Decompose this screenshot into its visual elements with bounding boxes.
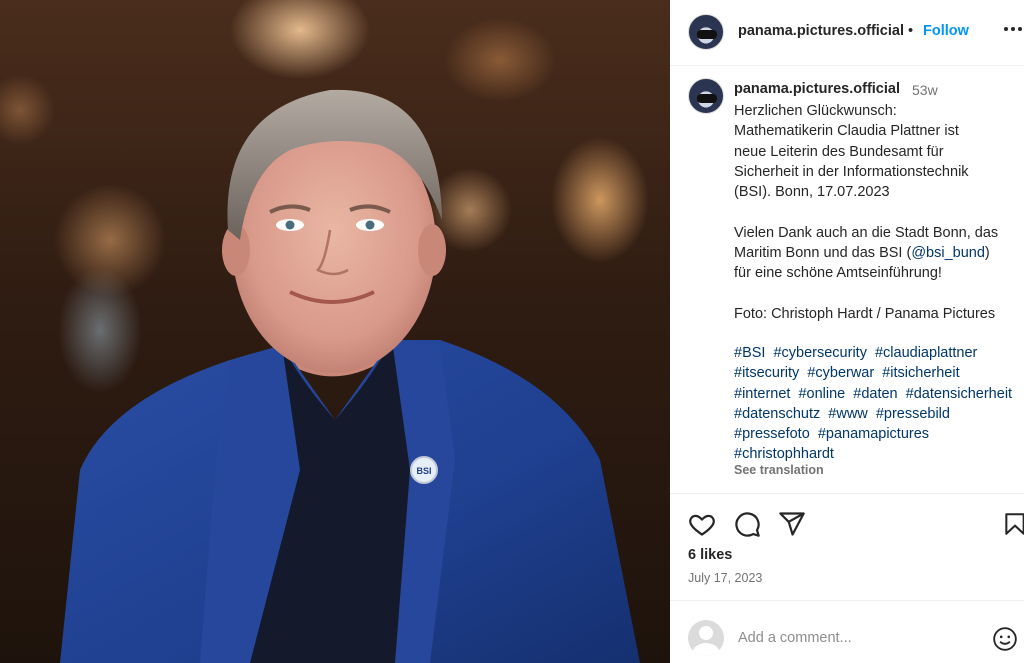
caption-username[interactable]: panama.pictures.official — [734, 81, 900, 97]
hashtag-link[interactable]: #panamapictures — [818, 426, 929, 442]
see-translation-button[interactable]: See translation — [734, 463, 824, 477]
follow-button[interactable]: Follow — [923, 23, 969, 39]
hashtag-link[interactable]: #daten — [853, 386, 897, 402]
bsi-pin-label: BSI — [416, 466, 431, 476]
hashtag-link[interactable]: #pressefoto — [734, 426, 810, 442]
hashtag-link[interactable]: #BSI — [734, 345, 765, 361]
profile-avatar[interactable] — [688, 14, 724, 50]
caption-text-part-1: Herzlichen Glückwunsch: Mathematikerin C… — [734, 103, 999, 262]
post-photo[interactable]: BSI — [0, 0, 670, 663]
bookmark-icon[interactable] — [1002, 510, 1024, 538]
hashtag-list: #BSI #cybersecurity #claudiaplattner #it… — [734, 343, 1024, 465]
emoji-icon[interactable] — [992, 626, 1018, 657]
comment-bar — [670, 600, 1024, 663]
likes-count[interactable]: 6 likes — [688, 547, 732, 563]
portrait-illustration: BSI — [60, 89, 640, 663]
hashtag-link[interactable]: #pressebild — [876, 406, 950, 422]
share-icon[interactable] — [778, 510, 806, 538]
hashtag-link[interactable]: #claudiaplattner — [875, 345, 977, 361]
post-caption: panama.pictures.official 53w Herzlichen … — [670, 66, 1024, 494]
caption-avatar[interactable] — [688, 78, 724, 114]
header-username[interactable]: panama.pictures.official — [738, 23, 904, 39]
post-actions: 6 likes July 17, 2023 — [670, 495, 1024, 595]
hashtag-link[interactable]: #christophhardt — [734, 446, 834, 462]
post-date: July 17, 2023 — [688, 571, 763, 585]
comment-icon[interactable] — [733, 510, 761, 538]
header-separator: • — [908, 23, 914, 39]
comment-input[interactable] — [738, 627, 978, 649]
hashtag-link[interactable]: #www — [828, 406, 867, 422]
user-avatar — [688, 620, 724, 656]
post-header: panama.pictures.official • Follow — [670, 0, 1024, 66]
hashtag-link[interactable]: #cyberwar — [807, 365, 874, 381]
hashtag-link[interactable]: #cybersecurity — [773, 345, 866, 361]
hashtag-link[interactable]: #itsicherheit — [882, 365, 959, 381]
more-options-icon[interactable] — [1003, 18, 1023, 44]
hashtag-link[interactable]: #internet — [734, 386, 790, 402]
hashtag-link[interactable]: #itsecurity — [734, 365, 799, 381]
post-time-ago[interactable]: 53w — [912, 82, 938, 98]
hashtag-link[interactable]: #datenschutz — [734, 406, 820, 422]
hashtag-link[interactable]: #online — [798, 386, 845, 402]
heart-icon[interactable] — [688, 510, 716, 538]
hashtag-link[interactable]: #datensicherheit — [906, 386, 1012, 402]
mention-link[interactable]: @bsi_bund — [911, 245, 985, 261]
post-side-panel: panama.pictures.official • Follow panama… — [670, 0, 1024, 663]
caption-text: Herzlichen Glückwunsch: Mathematikerin C… — [734, 101, 1024, 324]
